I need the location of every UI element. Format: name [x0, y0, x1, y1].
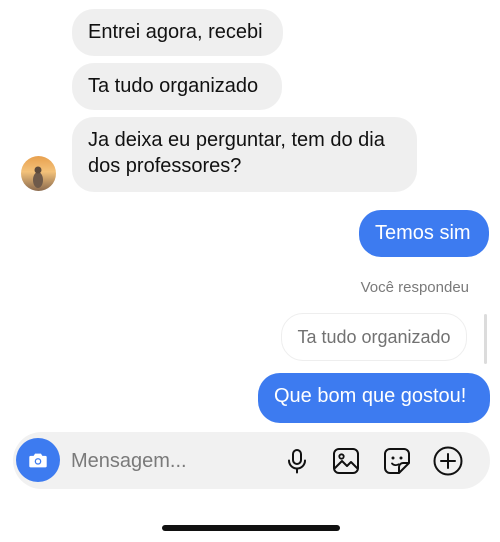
message-input[interactable]	[71, 449, 251, 473]
gallery-button[interactable]	[329, 444, 363, 478]
message-text: Entrei agora, recebi	[88, 21, 263, 43]
message-text: Temos sim	[375, 222, 471, 244]
message-text: Ta tudo organizado	[88, 75, 259, 97]
quoted-message[interactable]: Ta tudo organizado	[281, 313, 467, 361]
microphone-button[interactable]	[280, 444, 314, 478]
add-icon	[433, 446, 463, 476]
incoming-message[interactable]: Entrei agora, recebi	[72, 9, 283, 56]
message-text: Que bom que gostou!	[274, 385, 467, 407]
camera-icon	[29, 453, 47, 468]
outgoing-message[interactable]: Que bom que gostou!	[258, 373, 490, 423]
sticker-icon	[384, 448, 410, 474]
outgoing-message[interactable]: Temos sim	[359, 210, 489, 257]
sticker-button[interactable]	[380, 444, 414, 478]
message-text: Ja deixa eu perguntar, tem do dia dos pr…	[88, 129, 385, 177]
incoming-message[interactable]: Ta tudo organizado	[72, 63, 282, 110]
home-indicator	[162, 525, 340, 531]
message-composer	[13, 432, 490, 489]
incoming-message[interactable]: Ja deixa eu perguntar, tem do dia dos pr…	[72, 117, 417, 192]
microphone-icon	[288, 449, 306, 474]
reply-indicator-bar	[484, 314, 487, 364]
gallery-icon	[333, 448, 359, 474]
camera-button[interactable]	[16, 438, 60, 482]
avatar[interactable]	[21, 156, 56, 191]
add-button[interactable]	[431, 444, 465, 478]
reply-context-label: Você respondeu	[360, 279, 469, 296]
